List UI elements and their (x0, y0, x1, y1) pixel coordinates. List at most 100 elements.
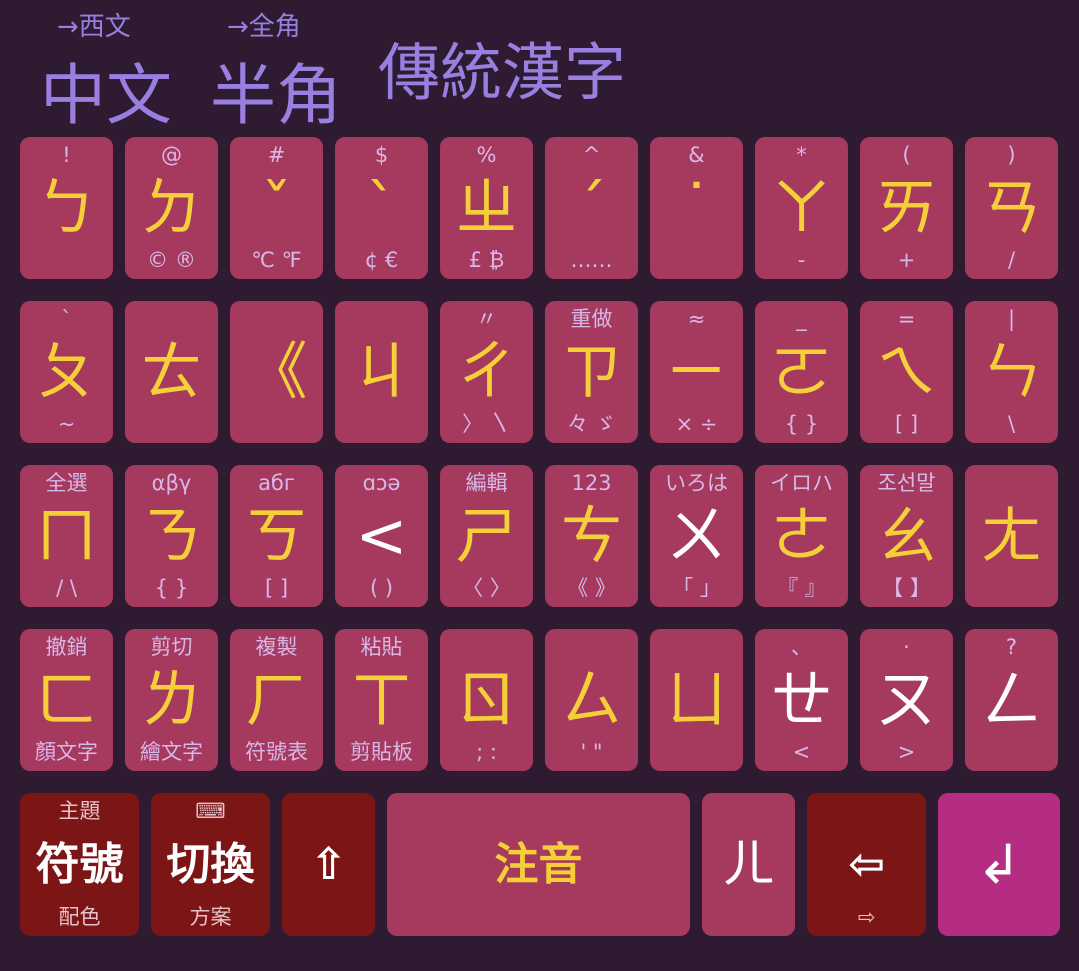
key-main-label: ㄨ (665, 499, 728, 572)
key-main-label: ㄞ (875, 171, 938, 244)
key-r2-c8[interactable]: _ ㄛ { } (755, 301, 848, 443)
key-main-label: ㄒ (350, 663, 413, 736)
key-r3-c9[interactable]: 조선말 ㄠ【 】 (860, 465, 953, 607)
language-toggle[interactable]: →西文 中文 (40, 0, 180, 134)
key-bot-label: × ÷ (675, 412, 718, 436)
key-r2-c9[interactable]: = ㄟ [ ] (860, 301, 953, 443)
key-top-label: % (476, 143, 497, 167)
key-top-label: * (796, 143, 807, 167)
key-r1-c3[interactable]: # ˇ ℃ ℉ (230, 137, 323, 279)
key-main-label: ㄊ (140, 335, 203, 408)
key-bot-label: [ ] (264, 576, 289, 600)
key-r4-c4[interactable]: 粘貼ㄒ剪貼板 (335, 629, 428, 771)
key-main-label: ㄏ (245, 663, 308, 736)
key-main-label: ˊ (576, 171, 607, 244)
backspace-key[interactable]: ⇦ ⇨ (807, 793, 926, 936)
key-r1-c1[interactable]: ! ㄅ (20, 137, 113, 279)
switch-bot-label: 方案 (189, 905, 232, 929)
key-top-label: 粘貼 (360, 635, 403, 659)
key-main-label: ㄤ (980, 499, 1043, 572)
key-bot-label: { } (154, 576, 189, 600)
script-toggle[interactable]: 傳統漢字 (378, 22, 626, 112)
key-r2-c2[interactable]: ㄊ (125, 301, 218, 443)
key-top-label: абг (258, 471, 295, 495)
key-main-label: ㄚ (770, 171, 833, 244)
key-r4-c6[interactable]: ㄙ ' " (545, 629, 638, 771)
key-r1-c2[interactable]: @ ㄉ © ® (125, 137, 218, 279)
key-main-label: ㄆ (35, 335, 98, 408)
key-main-label: ㄔ (455, 335, 518, 408)
enter-key[interactable]: ↲ (938, 793, 1060, 936)
key-r4-c7[interactable]: ㄩ (650, 629, 743, 771)
key-r3-c10[interactable]: ㄤ (965, 465, 1058, 607)
key-r1-c7[interactable]: & ˙ (650, 137, 743, 279)
key-top-label: ! (62, 143, 71, 167)
space-key[interactable]: 注音 (387, 793, 690, 936)
key-bot-label: 顏文字 (35, 740, 98, 764)
key-r2-c4[interactable]: ㄐ (335, 301, 428, 443)
key-main-label: 《 (245, 335, 308, 408)
key-bot-label: 〈 〉 (462, 576, 511, 600)
key-main-label: ㄘ (560, 499, 623, 572)
key-top-label: $ (374, 143, 389, 167)
key-bot-label: ~ (57, 412, 76, 436)
key-r3-c8[interactable]: イロハㄜ『 』 (755, 465, 848, 607)
key-top-label: αβγ (151, 471, 192, 495)
key-r4-c5[interactable]: ㄖ ; : (440, 629, 533, 771)
er-main-label: ㄦ (722, 834, 775, 895)
key-top-label: 重做 (570, 307, 613, 331)
key-r1-c8[interactable]: * ㄚ - (755, 137, 848, 279)
space-main-label: 注音 (494, 838, 583, 890)
key-r2-c10[interactable]: | ㄣ \ (965, 301, 1058, 443)
key-r2-c3[interactable]: 《 (230, 301, 323, 443)
key-r3-c1[interactable]: 全選ㄇ / \ (20, 465, 113, 607)
key-r3-c5[interactable]: 編輯ㄕ〈 〉 (440, 465, 533, 607)
key-r4-c3[interactable]: 複製ㄏ符號表 (230, 629, 323, 771)
key-r4-c8[interactable]: 、ㄝ < (755, 629, 848, 771)
key-top-label: # (267, 143, 286, 167)
key-r4-c2[interactable]: 剪切ㄌ繪文字 (125, 629, 218, 771)
key-r2-c1[interactable]: ` ㄆ ~ (20, 301, 113, 443)
width-toggle[interactable]: →全角 半角 (210, 0, 350, 134)
key-r1-c9[interactable]: (ㄞ + (860, 137, 953, 279)
key-r3-c6[interactable]: 123 ㄘ《 》 (545, 465, 638, 607)
key-main-label: ㄣ (980, 335, 1043, 408)
symbols-key[interactable]: 主題 符號 配色 (20, 793, 139, 936)
key-r3-c3[interactable]: абг ㄎ [ ] (230, 465, 323, 607)
shift-arrow-icon: ⇧ (310, 838, 347, 890)
key-r4-c9[interactable]: · ㄡ > (860, 629, 953, 771)
key-main-label: ˋ (366, 171, 397, 244)
key-r3-c2[interactable]: αβγ ㄋ { } (125, 465, 218, 607)
shift-key[interactable]: ⇧ (282, 793, 375, 936)
key-bot-label: > (897, 740, 916, 764)
delete-forward-arrow-icon: ⇨ (857, 905, 876, 929)
key-r2-c6[interactable]: 重做ㄗ々 ゞ (545, 301, 638, 443)
key-r1-c10[interactable]: ) ㄢ / (965, 137, 1058, 279)
key-r4-c10[interactable]: ? ㄥ (965, 629, 1058, 771)
key-bot-label: ℃ ℉ (251, 248, 302, 272)
key-bot-label: { } (784, 412, 819, 436)
width-toggle-label: 半角 (210, 57, 342, 134)
key-r2-c7[interactable]: ≈ ㄧ × ÷ (650, 301, 743, 443)
switch-scheme-key[interactable]: ⌨ 切換 方案 (151, 793, 270, 936)
key-r3-c4[interactable]: ɑɔə < ( ) (335, 465, 428, 607)
key-main-label: ㄈ (35, 663, 98, 736)
key-top-label: ) (1007, 143, 1016, 167)
key-top-label: 、 (791, 635, 812, 659)
key-top-label: ≈ (687, 307, 706, 331)
key-r1-c5[interactable]: % ㄓ £ ₿ (440, 137, 533, 279)
key-top-label: & (688, 143, 705, 167)
key-r2-c5[interactable]: 〃ㄔ〉 〵 (440, 301, 533, 443)
er-key[interactable]: ㄦ (702, 793, 795, 936)
key-r4-c1[interactable]: 撤銷ㄈ顏文字 (20, 629, 113, 771)
symbols-main-label: 符號 (35, 838, 124, 890)
key-top-label: | (1007, 307, 1016, 331)
key-r1-c4[interactable]: $ ˋ ¢ € (335, 137, 428, 279)
key-top-label: · (903, 635, 910, 659)
key-bot-label: [ ] (894, 412, 919, 436)
key-bot-label: ¢ € (364, 248, 399, 272)
key-main-label: ㄛ (770, 335, 833, 408)
key-r3-c7[interactable]: いろはㄨ「 」 (650, 465, 743, 607)
key-main-label: ㄧ (665, 335, 728, 408)
key-r1-c6[interactable]: ^ ˊ …… (545, 137, 638, 279)
